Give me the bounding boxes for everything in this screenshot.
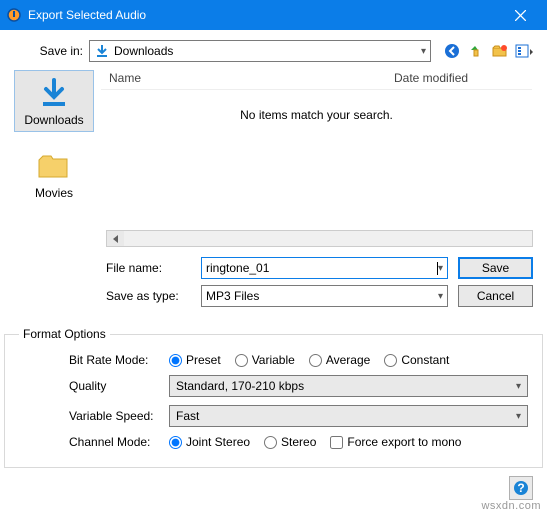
empty-message: No items match your search. xyxy=(101,90,532,227)
file-list[interactable]: Name Date modified No items match your s… xyxy=(100,68,533,228)
save-type-combo[interactable]: MP3 Files ▾ xyxy=(201,285,448,307)
folder-icon xyxy=(34,148,74,184)
app-icon xyxy=(6,7,22,23)
chevron-down-icon: ▾ xyxy=(516,411,521,422)
format-options-legend: Format Options xyxy=(19,327,110,341)
save-in-label: Save in: xyxy=(14,44,89,58)
bitrate-constant-radio[interactable]: Constant xyxy=(384,353,449,367)
close-button[interactable] xyxy=(499,0,541,30)
quality-label: Quality xyxy=(69,379,169,393)
bitrate-average-radio[interactable]: Average xyxy=(309,353,370,367)
chevron-down-icon: ▾ xyxy=(516,381,521,392)
bitrate-preset-radio[interactable]: Preset xyxy=(169,353,221,367)
quality-select[interactable]: Standard, 170-210 kbps ▾ xyxy=(169,375,528,397)
column-name[interactable]: Name xyxy=(109,71,394,85)
sidebar-item-label: Downloads xyxy=(24,113,83,127)
variable-speed-value: Fast xyxy=(176,409,199,423)
places-sidebar: Downloads Movies xyxy=(14,68,94,228)
save-type-label: Save as type: xyxy=(106,289,201,303)
quality-value: Standard, 170-210 kbps xyxy=(176,379,304,393)
bitrate-mode-label: Bit Rate Mode: xyxy=(69,353,169,367)
variable-speed-label: Variable Speed: xyxy=(69,409,169,423)
chevron-down-icon: ▾ xyxy=(438,291,443,302)
scroll-left-arrow[interactable] xyxy=(107,231,124,246)
titlebar: Export Selected Audio xyxy=(0,0,547,30)
channel-mode-group: Joint Stereo Stereo xyxy=(169,435,316,449)
format-options-group: Format Options Bit Rate Mode: Preset Var… xyxy=(4,327,543,468)
variable-speed-select[interactable]: Fast ▾ xyxy=(169,405,528,427)
sidebar-item-downloads[interactable]: Downloads xyxy=(14,70,94,132)
nav-up-icon[interactable] xyxy=(467,42,485,60)
chevron-down-icon[interactable]: ▾ xyxy=(438,263,443,274)
save-button[interactable]: Save xyxy=(458,257,533,279)
file-name-input[interactable] xyxy=(206,261,437,275)
bitrate-mode-group: Preset Variable Average Constant xyxy=(169,353,449,367)
channel-joint-stereo-radio[interactable]: Joint Stereo xyxy=(169,435,250,449)
window-title: Export Selected Audio xyxy=(28,8,499,22)
bitrate-variable-radio[interactable]: Variable xyxy=(235,353,295,367)
channel-mode-label: Channel Mode: xyxy=(69,435,169,449)
file-name-label: File name: xyxy=(106,261,201,275)
watermark: wsxdn.com xyxy=(481,500,541,512)
channel-stereo-radio[interactable]: Stereo xyxy=(264,435,316,449)
downloads-icon xyxy=(34,75,74,111)
horizontal-scrollbar[interactable] xyxy=(106,230,533,247)
file-list-header[interactable]: Name Date modified xyxy=(101,69,532,90)
force-mono-checkbox[interactable]: Force export to mono xyxy=(330,435,461,449)
svg-text:?: ? xyxy=(517,481,524,495)
file-name-combo[interactable]: ▾ xyxy=(201,257,448,279)
nav-back-icon[interactable] xyxy=(443,42,461,60)
new-folder-icon[interactable] xyxy=(491,42,509,60)
sidebar-item-movies[interactable]: Movies xyxy=(14,144,94,204)
downloads-icon xyxy=(94,43,110,59)
save-in-combo[interactable]: Downloads ▾ xyxy=(89,40,431,62)
help-button[interactable]: ? xyxy=(509,476,533,500)
save-in-value: Downloads xyxy=(114,44,173,58)
cancel-button[interactable]: Cancel xyxy=(458,285,533,307)
save-type-value: MP3 Files xyxy=(206,289,259,303)
chevron-down-icon: ▾ xyxy=(421,46,426,57)
column-date[interactable]: Date modified xyxy=(394,71,524,85)
view-menu-icon[interactable] xyxy=(515,42,533,60)
sidebar-item-label: Movies xyxy=(35,186,73,200)
